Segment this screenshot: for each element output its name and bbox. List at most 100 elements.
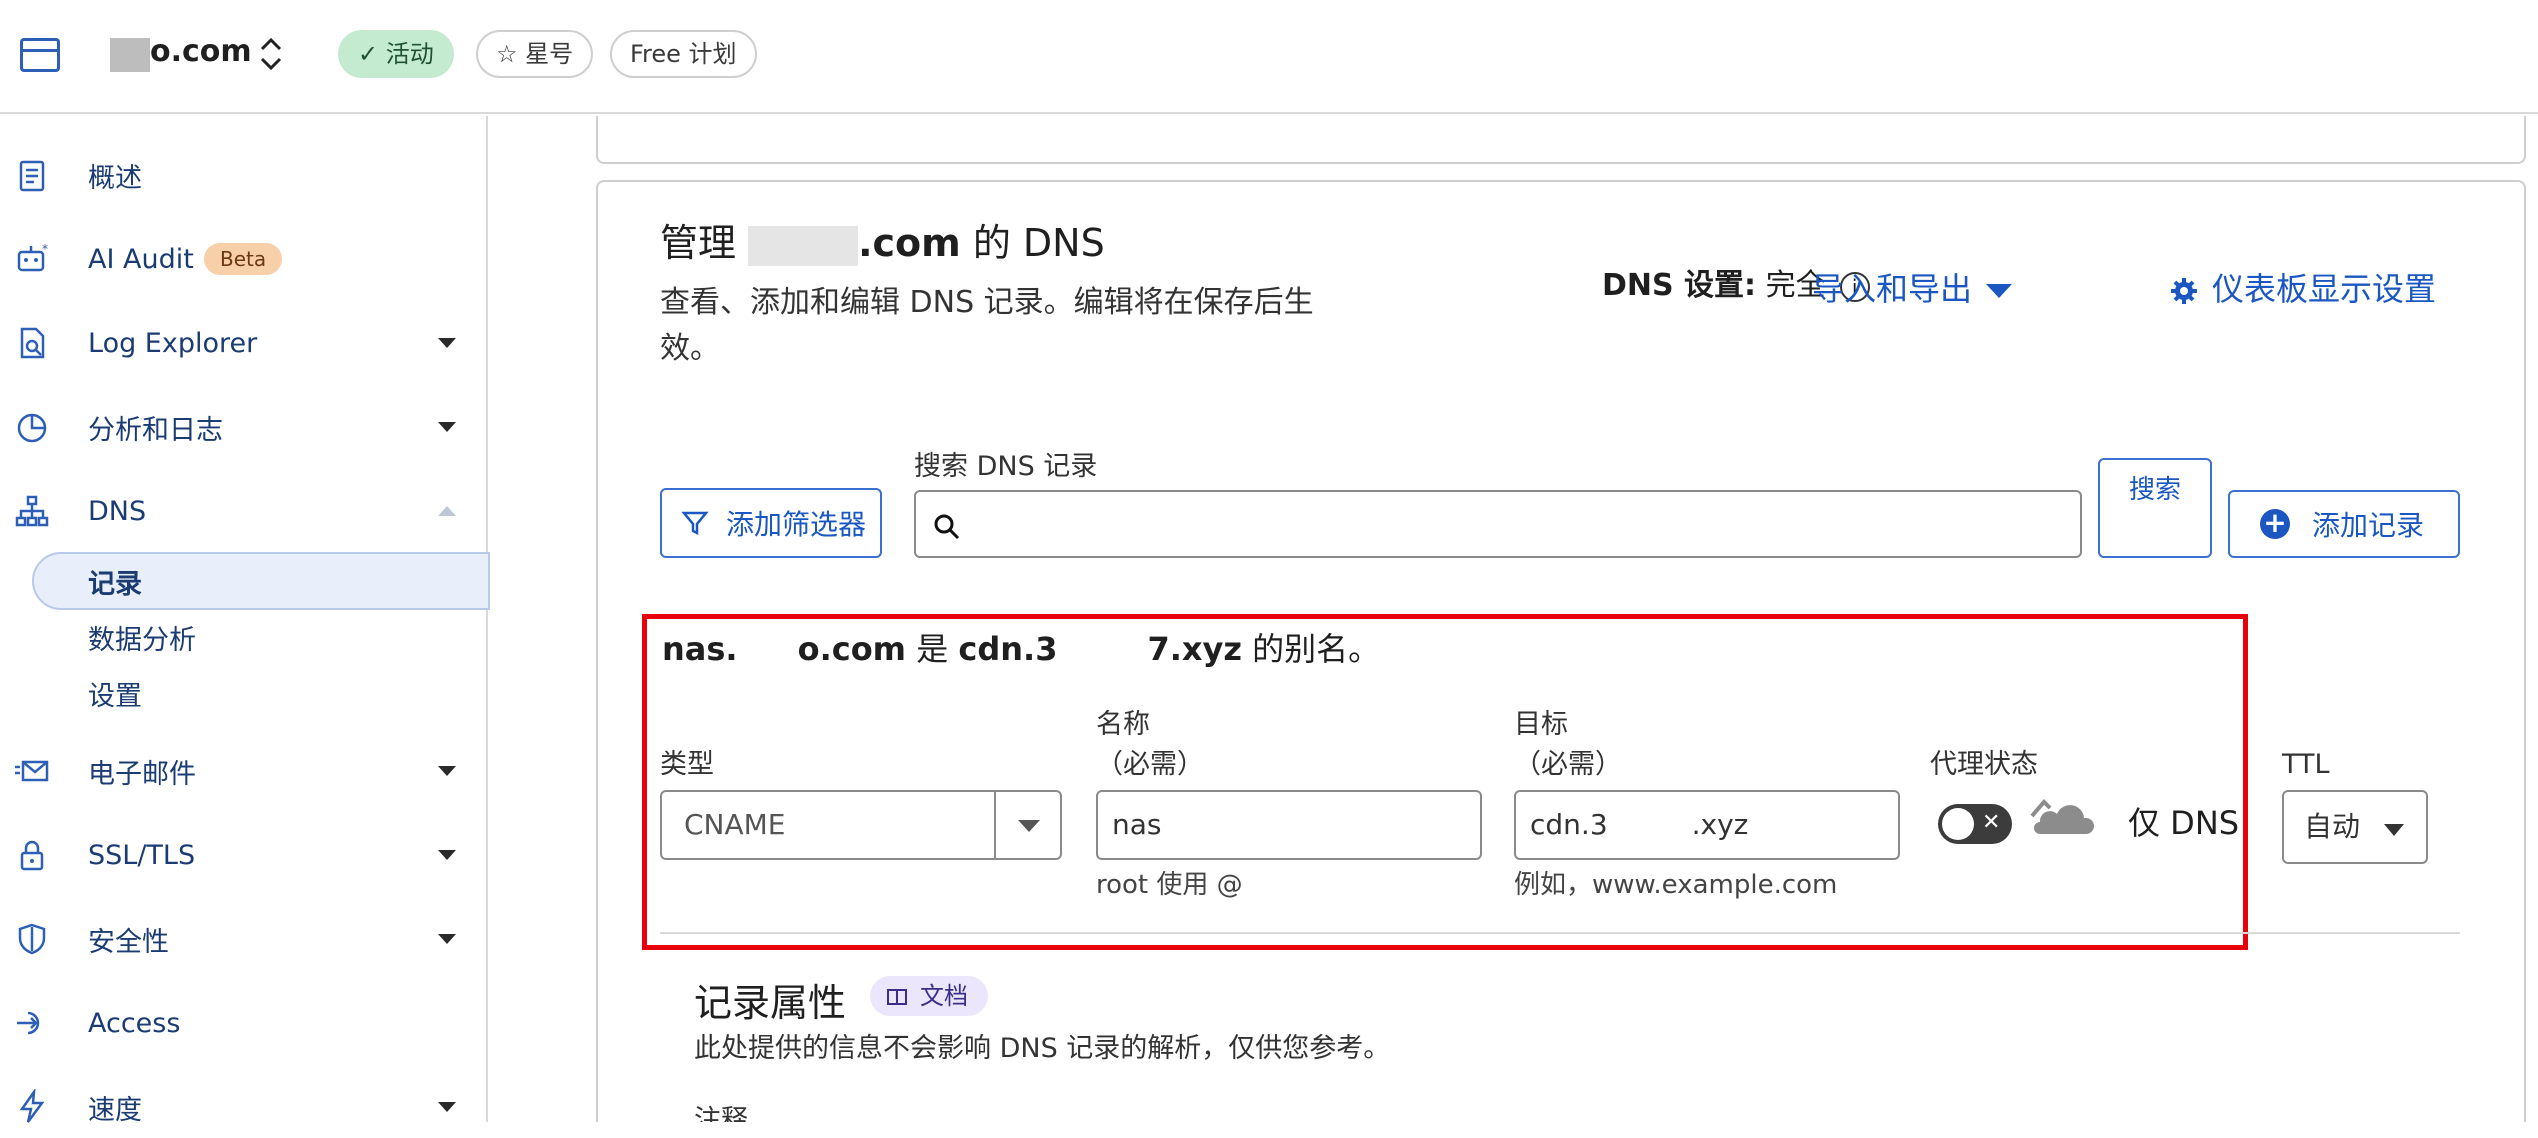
cloud-icon	[2030, 799, 2094, 834]
mail-icon	[14, 753, 50, 789]
sidebar-item-dns[interactable]: DNS	[0, 480, 486, 542]
search-input[interactable]	[914, 490, 2082, 558]
sidebar-item-overview[interactable]: 概述	[0, 144, 486, 206]
chevron-down-icon[interactable]	[438, 934, 456, 944]
chevron-down-icon[interactable]	[438, 422, 456, 432]
chevron-up-icon[interactable]	[438, 506, 456, 516]
search-button[interactable]: 搜索	[2098, 458, 2212, 558]
dropdown-arrow-icon[interactable]	[994, 792, 1060, 858]
redacted-block	[1057, 636, 1148, 666]
sidebar-item-label: AI Audit	[88, 243, 194, 275]
toggle-knob	[1942, 808, 1974, 840]
sidebar-subitem-analytics[interactable]: 数据分析	[88, 618, 196, 657]
chevron-down-icon[interactable]	[438, 850, 456, 860]
target-help: 例如，www.example.com	[1514, 870, 1838, 900]
star-button[interactable]: ☆ 星号	[476, 30, 594, 78]
sidebar-subitem-settings[interactable]: 设置	[88, 674, 142, 713]
target-input[interactable]: cdn.3 .xyz	[1514, 790, 1900, 860]
sidebar: 概述 * AI Audit Beta Log Explorer 分析和日志 DN…	[0, 116, 490, 1126]
chevron-down-icon[interactable]	[438, 1102, 456, 1112]
import-export-label: 导入和导出	[1812, 270, 1973, 308]
status-badge-active: ✓ 活动	[338, 30, 454, 78]
redacted-block	[110, 38, 150, 72]
note-label: 注释	[694, 1105, 748, 1122]
robot-icon: *	[14, 241, 50, 277]
import-export-dropdown[interactable]: 导入和导出	[1812, 264, 2013, 310]
log-icon	[14, 325, 50, 361]
name-input[interactable]: nas	[1096, 790, 1482, 860]
domain-name[interactable]: o.com	[150, 34, 252, 69]
type-select[interactable]: CNAME	[660, 790, 1062, 860]
redacted-block	[748, 225, 859, 266]
lock-icon	[14, 837, 50, 873]
proxy-toggle[interactable]: ✕	[1938, 804, 2012, 844]
title-domain: .com	[858, 221, 961, 265]
docs-label: 文档	[920, 982, 968, 1010]
alias-summary: nas. o.com 是 cdn.3 7.xyz 的别名。	[662, 624, 1380, 670]
alias-name-b: o.com	[797, 630, 907, 668]
access-icon	[14, 1005, 50, 1041]
record-attributes-title: 记录属性	[694, 981, 847, 1025]
sidebar-item-label: 电子邮件	[88, 758, 196, 790]
proxy-status-text: 仅 DNS	[2128, 804, 2240, 842]
sidebar-item-analytics[interactable]: 分析和日志	[0, 396, 486, 458]
proxy-label: 代理状态	[1930, 749, 2038, 780]
sidebar-subitem-records[interactable]: 记录	[88, 562, 142, 601]
target-label: 目标	[1514, 709, 1568, 740]
alias-suffix: 的别名。	[1252, 630, 1381, 668]
sidebar-item-security[interactable]: 安全性	[0, 908, 486, 970]
alias-is: 是	[916, 630, 949, 668]
sidebar-item-label: 分析和日志	[88, 414, 223, 446]
title-suffix: 的 DNS	[960, 221, 1105, 265]
ttl-select[interactable]: 自动	[2282, 790, 2428, 864]
sidebar-item-label: 速度	[88, 1094, 142, 1126]
record-attributes-description: 此处提供的信息不会影响 DNS 记录的解析，仅供您参考。	[694, 1033, 1391, 1064]
sidebar-item-label: Access	[88, 1007, 181, 1039]
bolt-icon	[14, 1089, 50, 1125]
sidebar-item-label: DNS	[88, 495, 147, 527]
sidebar-item-email[interactable]: 电子邮件	[0, 740, 486, 802]
sidebar-item-speed[interactable]: 速度	[0, 1076, 486, 1138]
name-required: （必需）	[1096, 749, 1204, 780]
dashboard-settings-link[interactable]: 仪表板显示设置	[2170, 264, 2436, 310]
check-icon: ✓	[358, 40, 386, 68]
title-prefix: 管理	[660, 221, 749, 265]
sidebar-item-label: 概述	[88, 162, 142, 194]
name-help: root 使用 @	[1096, 870, 1243, 900]
gear-icon	[2171, 278, 2197, 304]
book-icon	[887, 989, 907, 1005]
sidebar-item-access[interactable]: Access	[0, 992, 486, 1054]
add-record-button[interactable]: + 添加记录	[2228, 490, 2460, 558]
target-required: （必需）	[1514, 749, 1622, 780]
page-description: 查看、添加和编辑 DNS 记录。编辑将在保存后生效。	[660, 285, 1314, 366]
previous-card	[596, 116, 2526, 164]
alias-target-a: cdn.3	[958, 630, 1058, 668]
pie-chart-icon	[14, 409, 50, 445]
clipboard-icon	[14, 157, 50, 193]
sidebar-item-label: SSL/TLS	[88, 839, 196, 871]
add-record-label: 添加记录	[2312, 509, 2425, 542]
target-value-a: cdn.3	[1530, 808, 1608, 841]
browser-icon[interactable]	[20, 38, 60, 72]
sidebar-item-log-explorer[interactable]: Log Explorer	[0, 312, 486, 374]
sitemap-icon	[14, 493, 50, 529]
add-filter-button[interactable]: 添加筛选器	[660, 488, 882, 558]
redacted-block	[737, 636, 798, 666]
switch-icon[interactable]	[256, 34, 286, 74]
star-icon: ☆	[496, 40, 526, 68]
top-bar: o.com ✓ 活动 ☆ 星号 Free 计划	[0, 0, 2538, 114]
docs-link[interactable]: 文档	[870, 976, 988, 1016]
chevron-down-icon[interactable]	[438, 338, 456, 348]
target-value-b: .xyz	[1691, 808, 1749, 841]
svg-text:*: *	[42, 242, 48, 256]
search-label: 搜索 DNS 记录	[914, 451, 1098, 482]
chevron-down-icon[interactable]	[438, 766, 456, 776]
main-content: 管理 .com 的 DNS 查看、添加和编辑 DNS 记录。编辑将在保存后生效。…	[490, 116, 2538, 1122]
dns-setting-label: DNS 设置:	[1602, 268, 1757, 303]
redacted-block	[1607, 812, 1692, 840]
status-badge-label: 活动	[385, 40, 434, 68]
sidebar-item-ai-audit[interactable]: * AI Audit Beta	[0, 228, 486, 290]
plan-badge[interactable]: Free 计划	[610, 30, 757, 78]
plus-icon: +	[2260, 509, 2290, 539]
sidebar-item-ssl-tls[interactable]: SSL/TLS	[0, 824, 486, 886]
